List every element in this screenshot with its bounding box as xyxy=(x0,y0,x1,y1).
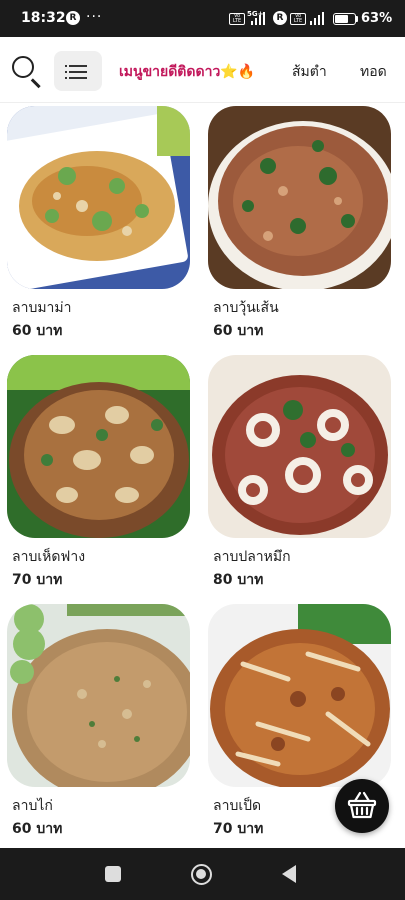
search-icon xyxy=(12,56,34,78)
larb-mushroom-photo xyxy=(7,355,190,538)
menu-card-larb-mushroom[interactable]: ลาบเห็ดฟาง 70 บาท xyxy=(7,355,195,603)
search-icon-handle xyxy=(31,78,41,88)
tab-bestseller[interactable]: เมนูขายดีติดดาว⭐🔥 xyxy=(119,61,255,83)
menu-item-name: ลาบไก่ xyxy=(12,798,53,814)
more-notifications-icon: ··· xyxy=(86,9,103,25)
status-time: 18:32 xyxy=(21,10,66,26)
menu-item-price: 80 บาท xyxy=(213,572,264,588)
menu-item-name: ลาบปลาหมึก xyxy=(213,549,291,565)
larb-mama-photo xyxy=(7,106,190,289)
back-button[interactable] xyxy=(282,865,296,883)
signal-strength-icon xyxy=(251,11,269,25)
menu-card-larb-glass-noodle[interactable]: ลาบวุ้นเส้น 60 บาท xyxy=(208,106,396,354)
battery-tip xyxy=(356,16,358,22)
home-button[interactable] xyxy=(191,864,212,885)
menu-item-price: 60 บาท xyxy=(12,323,63,339)
menu-item-name: ลาบเห็ดฟาง xyxy=(12,549,86,565)
category-nav-bar: เมนูขายดีติดดาว⭐🔥 ส้มตำ ทอด xyxy=(0,37,405,103)
search-button[interactable] xyxy=(8,52,44,88)
cart-button[interactable] xyxy=(335,779,389,833)
battery-icon xyxy=(333,13,356,25)
menu-item-name: ลาบมาม่า xyxy=(12,300,72,316)
system-navigation-bar xyxy=(0,848,405,900)
recent-apps-button[interactable] xyxy=(105,866,121,882)
menu-card-larb-mama[interactable]: ลาบมาม่า 60 บาท xyxy=(7,106,195,354)
menu-item-price: 70 บาท xyxy=(213,821,264,837)
volte-icon-2: Vo LTE xyxy=(290,13,306,25)
menu-card-larb-chicken[interactable]: ลาบไก่ 60 บาท xyxy=(7,604,195,848)
signal-strength-icon-2 xyxy=(310,11,328,25)
tab-fried[interactable]: ทอด xyxy=(360,61,387,83)
larb-chicken-photo xyxy=(7,604,190,787)
battery-fill xyxy=(335,15,349,23)
tab-somtam[interactable]: ส้มตำ xyxy=(292,61,327,83)
volte-icon: Vo LTE xyxy=(229,13,245,25)
status-bar: 18:32 R ··· Vo LTE 5G+ R Vo LTE 63% xyxy=(0,0,405,37)
menu-item-name: ลาบเป็ด xyxy=(213,798,262,814)
larb-glass-noodle-photo xyxy=(208,106,391,289)
registered-icon: R xyxy=(273,11,287,25)
menu-item-name: ลาบวุ้นเส้น xyxy=(213,300,279,316)
menu-card-larb-squid[interactable]: ลาบปลาหมึก 80 บาท xyxy=(208,355,396,603)
notification-icon: R xyxy=(66,11,80,25)
larb-squid-photo xyxy=(208,355,391,538)
menu-item-price: 70 บาท xyxy=(12,572,63,588)
menu-grid: ลาบมาม่า 60 บาท ลาบวุ้นเส้น 60 บาท ลาบเห… xyxy=(0,103,405,848)
category-list-button[interactable] xyxy=(54,51,102,91)
basket-icon xyxy=(347,791,377,819)
battery-percent: 63% xyxy=(361,11,393,26)
menu-item-price: 60 บาท xyxy=(12,821,63,837)
menu-item-price: 60 บาท xyxy=(213,323,264,339)
larb-duck-photo xyxy=(208,604,391,787)
